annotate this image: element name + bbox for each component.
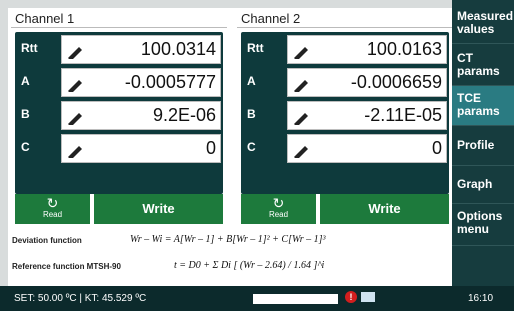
row-c: C 0 bbox=[15, 131, 223, 164]
param-label: A bbox=[21, 74, 30, 88]
parameter-grid: Rtt 100.0163 A -0.0006659 B -2.11E-05 C … bbox=[241, 32, 449, 194]
pencil-icon bbox=[68, 47, 82, 59]
write-button[interactable]: Write bbox=[94, 194, 223, 224]
pencil-icon bbox=[294, 80, 308, 92]
row-b: B -2.11E-05 bbox=[241, 98, 449, 131]
param-value: -0.0006659 bbox=[350, 72, 442, 92]
channel-2-panel: Channel 2 Rtt 100.0163 A -0.0006659 B -2… bbox=[237, 8, 453, 224]
param-value: 100.0314 bbox=[140, 39, 216, 59]
reference-equation: t = D0 + Σ Di [ (Wr – 2.64) / 1.64 ]^i bbox=[174, 260, 325, 271]
param-label: B bbox=[247, 107, 256, 121]
row-rtt: Rtt 100.0163 bbox=[241, 32, 449, 65]
row-c: C 0 bbox=[241, 131, 449, 164]
pencil-icon bbox=[68, 113, 82, 125]
sidebar-item-graph[interactable]: Graph bbox=[452, 166, 514, 204]
pencil-icon bbox=[294, 146, 308, 158]
row-a: A -0.0006659 bbox=[241, 65, 449, 98]
instrument-screen: Channel 1 Rtt 100.0314 A -0.0005777 B 9.… bbox=[0, 0, 514, 311]
param-label: A bbox=[247, 74, 256, 88]
row-b: B 9.2E-06 bbox=[15, 98, 223, 131]
progress-bar bbox=[253, 294, 338, 304]
param-label: Rtt bbox=[247, 41, 264, 55]
sidebar-menu: Measured values CT params TCE params Pro… bbox=[452, 0, 514, 286]
param-value: 0 bbox=[431, 138, 442, 158]
sidebar-item-options-menu[interactable]: Options menu bbox=[452, 204, 514, 246]
read-label: Read bbox=[268, 210, 289, 219]
parameter-grid: Rtt 100.0314 A -0.0005777 B 9.2E-06 C 0 bbox=[15, 32, 223, 194]
rtt-value-field[interactable]: 100.0314 bbox=[61, 35, 221, 64]
pencil-icon bbox=[68, 80, 82, 92]
param-value: 100.0163 bbox=[366, 39, 442, 59]
row-rtt: Rtt 100.0314 bbox=[15, 32, 223, 65]
param-value: -0.0005777 bbox=[124, 72, 216, 92]
read-label: Read bbox=[42, 210, 63, 219]
row-a: A -0.0005777 bbox=[15, 65, 223, 98]
refresh-icon: ↻ bbox=[46, 195, 59, 211]
pencil-icon bbox=[294, 113, 308, 125]
message-icon[interactable] bbox=[361, 292, 375, 302]
pencil-icon bbox=[294, 47, 308, 59]
param-value: 0 bbox=[205, 138, 216, 158]
c-value-field[interactable]: 0 bbox=[61, 134, 221, 163]
param-label: B bbox=[21, 107, 30, 121]
sidebar-item-measured-values[interactable]: Measured values bbox=[452, 4, 514, 44]
a-value-field[interactable]: -0.0005777 bbox=[61, 68, 221, 97]
b-value-field[interactable]: 9.2E-06 bbox=[61, 101, 221, 130]
status-bar: SET: 50.00 ºC | KT: 45.529 ºC ! 16:10 bbox=[0, 286, 514, 311]
sidebar-item-tce-params[interactable]: TCE params bbox=[452, 86, 514, 126]
param-value: -2.11E-05 bbox=[364, 105, 442, 125]
pencil-icon bbox=[68, 146, 82, 158]
deviation-function-label: Deviation function bbox=[12, 236, 82, 245]
status-text: SET: 50.00 ºC | KT: 45.529 ºC bbox=[14, 293, 147, 304]
sidebar-item-ct-params[interactable]: CT params bbox=[452, 44, 514, 86]
read-button[interactable]: ↻ Read bbox=[241, 194, 316, 224]
button-row: ↻ Read Write bbox=[241, 194, 449, 224]
channel-title: Channel 2 bbox=[237, 8, 453, 28]
param-value: 9.2E-06 bbox=[152, 105, 216, 125]
button-row: ↻ Read Write bbox=[15, 194, 223, 224]
write-button[interactable]: Write bbox=[320, 194, 449, 224]
sidebar-item-profile[interactable]: Profile bbox=[452, 126, 514, 166]
param-label: C bbox=[247, 140, 256, 154]
formula-panel: Deviation function Wr – Wi = A[Wr – 1] +… bbox=[12, 230, 448, 282]
c-value-field[interactable]: 0 bbox=[287, 134, 447, 163]
reference-function-label: Reference function MTSH-90 bbox=[12, 262, 121, 271]
read-button[interactable]: ↻ Read bbox=[15, 194, 90, 224]
refresh-icon: ↻ bbox=[272, 195, 285, 211]
param-label: Rtt bbox=[21, 41, 38, 55]
rtt-value-field[interactable]: 100.0163 bbox=[287, 35, 447, 64]
clock: 16:10 bbox=[468, 293, 494, 304]
a-value-field[interactable]: -0.0006659 bbox=[287, 68, 447, 97]
channel-title: Channel 1 bbox=[11, 8, 227, 28]
deviation-equation: Wr – Wi = A[Wr – 1] + B[Wr – 1]² + C[Wr … bbox=[130, 234, 326, 245]
channel-1-panel: Channel 1 Rtt 100.0314 A -0.0005777 B 9.… bbox=[11, 8, 227, 224]
b-value-field[interactable]: -2.11E-05 bbox=[287, 101, 447, 130]
param-label: C bbox=[21, 140, 30, 154]
main-panel: Channel 1 Rtt 100.0314 A -0.0005777 B 9.… bbox=[8, 8, 453, 286]
warning-icon[interactable]: ! bbox=[345, 291, 357, 303]
